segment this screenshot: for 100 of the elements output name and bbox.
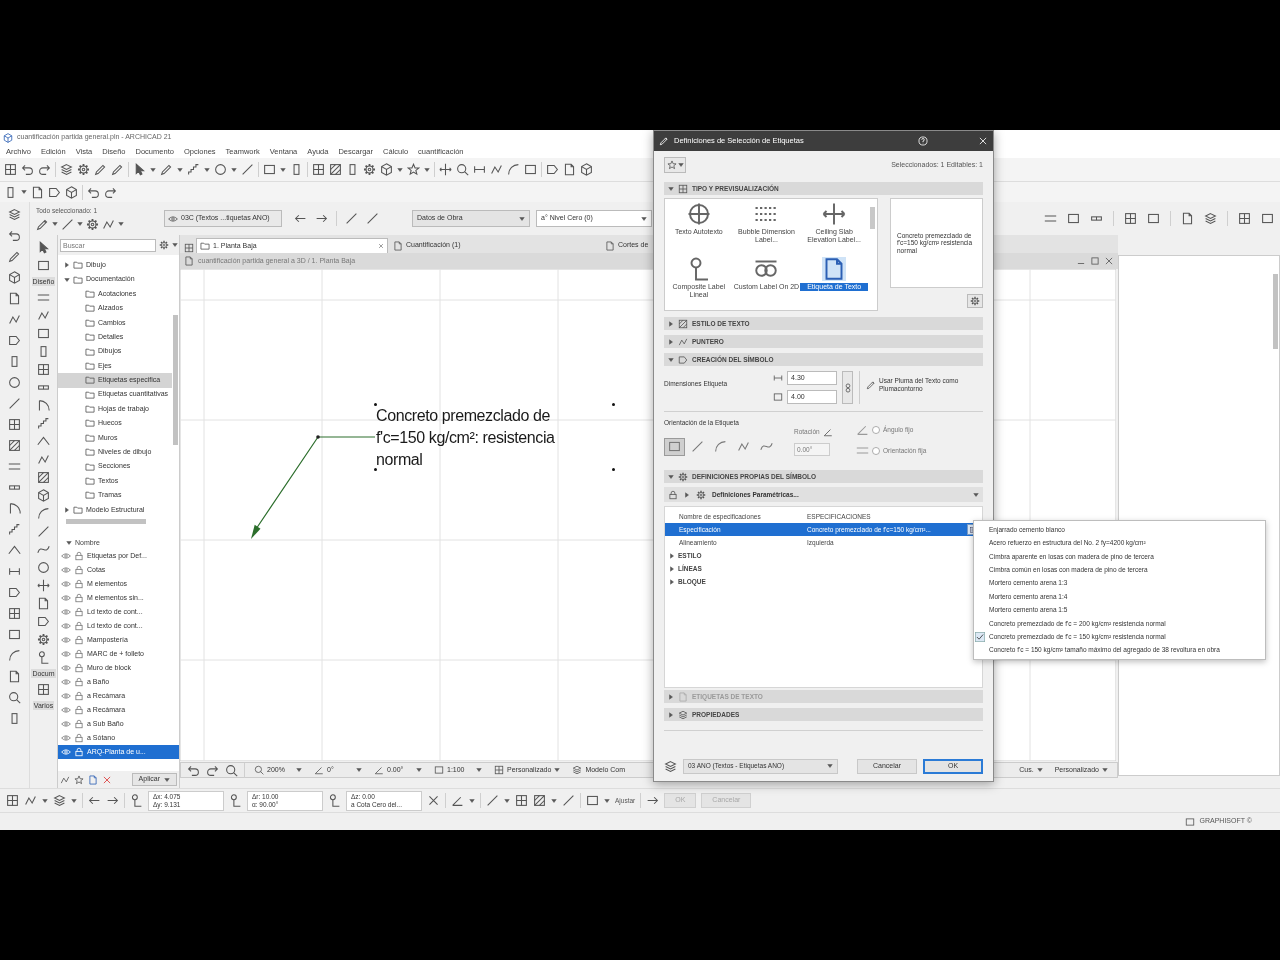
caret-icon[interactable] bbox=[204, 166, 210, 173]
caret-icon[interactable] bbox=[21, 189, 27, 195]
tag-icon[interactable] bbox=[8, 334, 21, 347]
caret-icon[interactable] bbox=[118, 221, 124, 228]
arc-icon[interactable] bbox=[8, 649, 21, 662]
cursor-icon[interactable] bbox=[133, 163, 146, 176]
line-icon[interactable] bbox=[61, 217, 74, 231]
dimension-icon[interactable] bbox=[8, 565, 21, 578]
rectangle-icon[interactable] bbox=[1067, 212, 1080, 225]
hatch-icon[interactable] bbox=[533, 794, 546, 807]
caret-icon[interactable] bbox=[52, 221, 58, 228]
polyline-icon[interactable] bbox=[490, 163, 503, 176]
caret-icon[interactable] bbox=[177, 166, 183, 173]
orientation-button[interactable] bbox=[664, 437, 685, 456]
upright-rectangle-icon[interactable] bbox=[290, 163, 303, 176]
arrow-left-icon[interactable] bbox=[294, 212, 307, 225]
redo-icon[interactable] bbox=[38, 163, 51, 176]
gear-icon[interactable] bbox=[363, 163, 376, 176]
scrollbar[interactable] bbox=[870, 207, 875, 229]
rectangle-icon[interactable] bbox=[37, 327, 50, 340]
gear-icon[interactable] bbox=[86, 217, 99, 231]
cross-arrows-icon[interactable] bbox=[37, 579, 50, 592]
upright-rectangle-icon[interactable] bbox=[8, 355, 21, 368]
redo-icon[interactable] bbox=[104, 185, 117, 199]
close-icon[interactable] bbox=[427, 794, 440, 807]
cross-arrows-icon[interactable] bbox=[439, 163, 452, 176]
search-icon[interactable] bbox=[8, 691, 21, 704]
caret-icon[interactable] bbox=[42, 797, 48, 804]
line-icon[interactable] bbox=[8, 397, 21, 410]
grid-icon[interactable] bbox=[312, 163, 325, 176]
stairs-icon[interactable] bbox=[37, 417, 50, 430]
chevron-up-icon[interactable] bbox=[8, 544, 21, 557]
chevron-up-icon[interactable] bbox=[37, 435, 50, 448]
pencil-icon[interactable] bbox=[8, 250, 21, 263]
line-and-arc-icon[interactable] bbox=[37, 399, 50, 412]
caret-icon[interactable] bbox=[231, 166, 237, 173]
circle-icon[interactable] bbox=[8, 376, 21, 389]
upright-rectangle-icon[interactable] bbox=[346, 163, 359, 176]
circle-icon[interactable] bbox=[214, 163, 227, 176]
line-icon[interactable] bbox=[241, 163, 254, 176]
preview-options-button[interactable] bbox=[967, 294, 983, 308]
grid-icon[interactable] bbox=[184, 243, 194, 253]
stairs-icon[interactable] bbox=[187, 163, 200, 176]
rectangle-icon[interactable] bbox=[524, 163, 537, 176]
grid-icon[interactable] bbox=[8, 418, 21, 431]
close-icon[interactable] bbox=[102, 774, 112, 785]
caret-icon[interactable] bbox=[504, 797, 510, 804]
pencil-icon[interactable] bbox=[111, 163, 124, 176]
dimension-icon[interactable] bbox=[473, 163, 486, 176]
pencil-icon[interactable] bbox=[160, 163, 173, 176]
cube-icon[interactable] bbox=[380, 163, 393, 176]
caret-icon[interactable] bbox=[469, 797, 475, 804]
arrow-right-icon[interactable] bbox=[646, 794, 660, 807]
line-icon[interactable] bbox=[366, 212, 379, 225]
help-icon[interactable] bbox=[918, 136, 928, 146]
polyline-icon[interactable] bbox=[37, 453, 50, 466]
scrollbar[interactable] bbox=[173, 315, 178, 445]
grid-icon[interactable] bbox=[515, 794, 528, 807]
pen-icon[interactable] bbox=[866, 380, 876, 390]
arrow-right-icon[interactable] bbox=[106, 794, 119, 807]
line-icon[interactable] bbox=[37, 525, 50, 538]
pen-icon[interactable] bbox=[36, 217, 49, 231]
rectangle-icon[interactable] bbox=[1147, 212, 1160, 225]
upright-rectangle-icon[interactable] bbox=[8, 712, 21, 725]
layers-icon[interactable] bbox=[60, 163, 73, 176]
upright-rectangle-icon[interactable] bbox=[37, 345, 50, 358]
selection-handle[interactable] bbox=[612, 403, 615, 406]
line-icon[interactable] bbox=[345, 212, 358, 225]
line-and-arc-icon[interactable] bbox=[8, 502, 21, 515]
close-icon[interactable] bbox=[1104, 256, 1114, 266]
cube-icon[interactable] bbox=[8, 271, 21, 284]
caret-icon[interactable] bbox=[150, 166, 156, 173]
gear-icon[interactable] bbox=[37, 633, 50, 646]
scrollbar[interactable] bbox=[66, 518, 146, 524]
arrow-left-icon[interactable] bbox=[88, 794, 101, 807]
cube-icon[interactable] bbox=[65, 185, 78, 199]
polyline-icon[interactable] bbox=[37, 309, 50, 322]
spline-icon[interactable] bbox=[37, 543, 50, 556]
polyline-icon[interactable] bbox=[102, 217, 115, 231]
rectangle-icon[interactable] bbox=[8, 628, 21, 641]
rectangle-icon[interactable] bbox=[1261, 212, 1274, 225]
document-icon[interactable] bbox=[8, 292, 21, 305]
hatch-icon[interactable] bbox=[8, 439, 21, 452]
gear-icon[interactable] bbox=[159, 240, 169, 250]
polyline-icon[interactable] bbox=[24, 794, 37, 807]
pencil-icon[interactable] bbox=[94, 163, 107, 176]
caret-icon[interactable] bbox=[397, 166, 403, 173]
caret-icon[interactable] bbox=[280, 166, 286, 173]
cube-icon[interactable] bbox=[37, 489, 50, 502]
star-icon[interactable] bbox=[407, 163, 420, 176]
grid-icon[interactable] bbox=[4, 163, 17, 176]
upright-rectangle-icon[interactable] bbox=[4, 185, 17, 199]
undo-icon[interactable] bbox=[187, 763, 200, 777]
tag-icon[interactable] bbox=[48, 185, 61, 199]
selection-handle[interactable] bbox=[374, 468, 377, 471]
link-toggle[interactable] bbox=[842, 371, 854, 404]
document-icon[interactable] bbox=[37, 597, 50, 610]
gear-icon[interactable] bbox=[77, 163, 90, 176]
caret-icon[interactable] bbox=[71, 797, 77, 804]
hatch-icon[interactable] bbox=[37, 471, 50, 484]
